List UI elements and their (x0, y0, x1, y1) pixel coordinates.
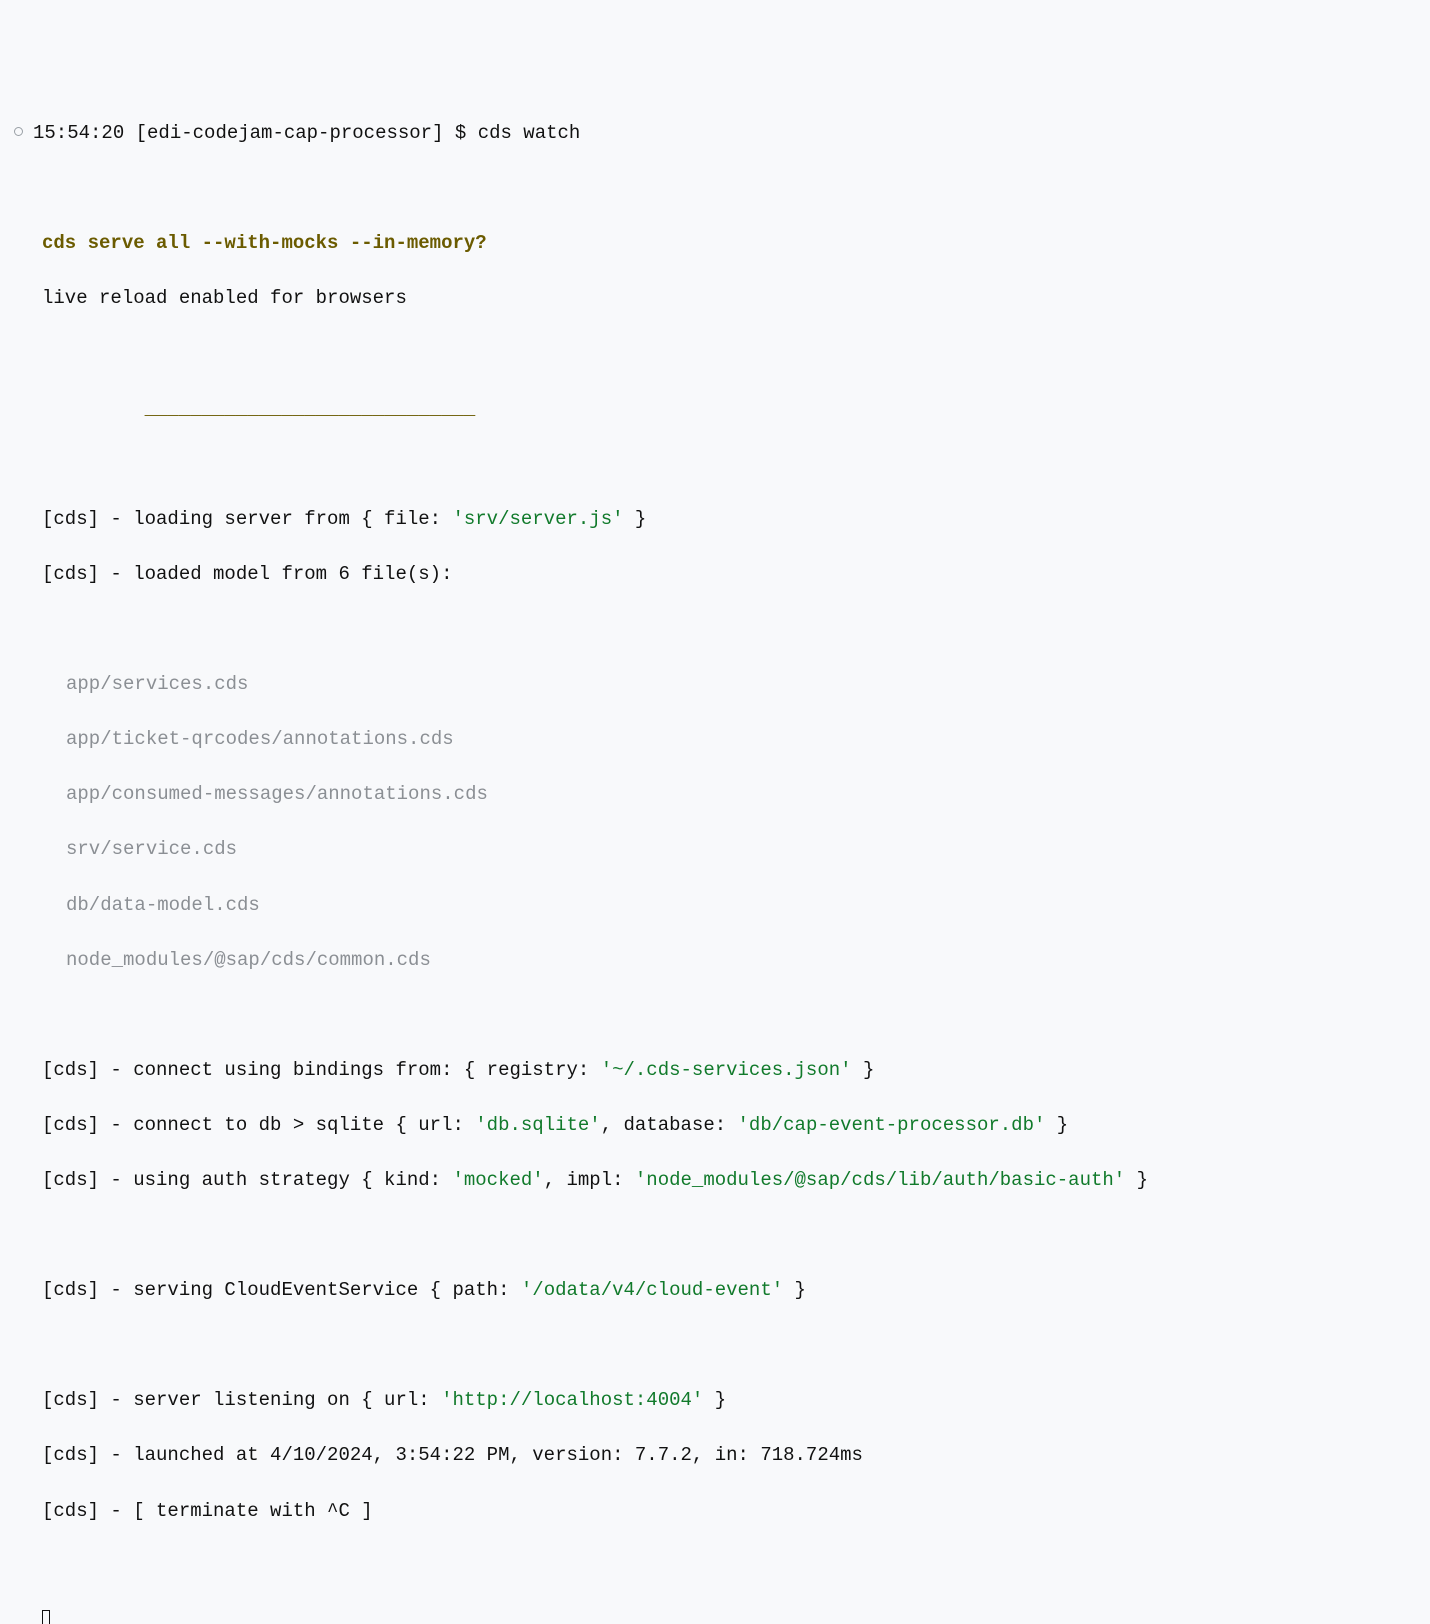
model-file: app/consumed-messages/annotations.cds (14, 781, 1416, 809)
loaded-model-line: [cds] - loaded model from 6 file(s): (14, 561, 1416, 589)
terminate-line: [cds] - [ terminate with ^C ] (14, 1498, 1416, 1526)
serve-line: cds serve all --with-mocks --in-memory? (14, 230, 1416, 258)
prompt-line: 15:54:20 [edi-codejam-cap-processor] $ c… (14, 120, 1416, 148)
model-file: app/ticket-qrcodes/annotations.cds (14, 726, 1416, 754)
model-file: node_modules/@sap/cds/common.cds (14, 947, 1416, 975)
cursor-icon (42, 1610, 50, 1624)
model-file: srv/service.cds (14, 836, 1416, 864)
prompt-sep: $ (455, 122, 466, 144)
cursor-line[interactable] (14, 1608, 1416, 1624)
connect-db-line: [cds] - connect to db > sqlite { url: 'd… (14, 1112, 1416, 1140)
prompt-bullet-icon (14, 127, 23, 136)
divider-line: _____________________________ (14, 396, 1416, 424)
auth-line: [cds] - using auth strategy { kind: 'moc… (14, 1167, 1416, 1195)
listening-line: [cds] - server listening on { url: 'http… (14, 1387, 1416, 1415)
launched-line: [cds] - launched at 4/10/2024, 3:54:22 P… (14, 1442, 1416, 1470)
prompt-time: 15:54:20 (33, 122, 124, 144)
model-file: db/data-model.cds (14, 892, 1416, 920)
loading-server-line: [cds] - loading server from { file: 'srv… (14, 506, 1416, 534)
live-reload-line: live reload enabled for browsers (14, 285, 1416, 313)
serving-line: [cds] - serving CloudEventService { path… (14, 1277, 1416, 1305)
prompt-cmd: cds watch (478, 122, 581, 144)
model-file: app/services.cds (14, 671, 1416, 699)
connect-bindings-line: [cds] - connect using bindings from: { r… (14, 1057, 1416, 1085)
prompt-context: [edi-codejam-cap-processor] (136, 122, 444, 144)
